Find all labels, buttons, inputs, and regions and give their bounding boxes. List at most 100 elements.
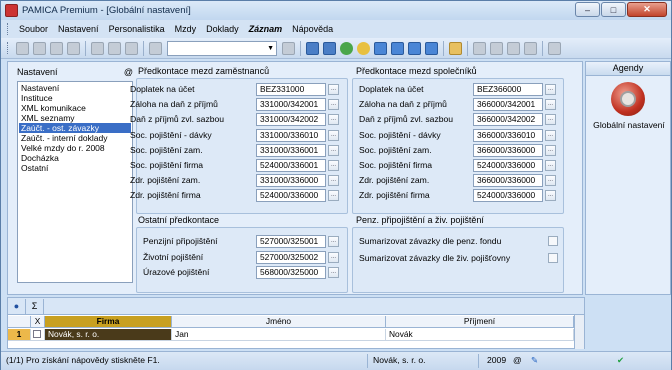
col-prijmeni[interactable]: Příjmení xyxy=(386,316,574,327)
company-ellipsis-button[interactable]: ... xyxy=(545,160,556,171)
person-icon[interactable] xyxy=(340,41,353,55)
list-icon[interactable] xyxy=(490,41,503,55)
copy-icon[interactable] xyxy=(108,41,121,55)
company-ellipsis-button[interactable]: ... xyxy=(545,84,556,95)
company-ellipsis-button[interactable]: ... xyxy=(545,190,556,202)
employee-ellipsis-button[interactable]: ... xyxy=(328,190,339,202)
table-row[interactable]: 1 Novák, s. r. o. Jan Novák xyxy=(8,329,584,341)
mail-icon[interactable] xyxy=(391,41,404,55)
menu-napoveda[interactable]: Nápověda xyxy=(292,24,333,34)
mail-icon[interactable] xyxy=(374,41,387,55)
employee-field[interactable]: 331000/336010 xyxy=(256,128,326,142)
settings-gear-icon[interactable] xyxy=(611,82,645,116)
employee-ellipsis-button[interactable]: ... xyxy=(328,84,339,95)
employee-field[interactable]: BEZ331000 xyxy=(256,83,326,96)
folder-icon[interactable] xyxy=(449,41,462,55)
cell-prijmeni[interactable]: Novák xyxy=(386,329,574,340)
employee-label: Zdr. pojištění zam. xyxy=(130,175,201,186)
employee-ellipsis-button[interactable]: ... xyxy=(328,144,339,156)
col-jmeno[interactable]: Jméno xyxy=(172,316,386,327)
cell-firma[interactable]: Novák, s. r. o. xyxy=(45,329,172,340)
delete-icon[interactable] xyxy=(125,41,138,55)
company-field[interactable]: 366000/336000 xyxy=(473,143,543,157)
employee-field[interactable]: 331000/336000 xyxy=(256,174,326,188)
paste-icon[interactable] xyxy=(149,41,162,55)
sun-icon[interactable] xyxy=(357,41,370,55)
toolbar-combo[interactable]: ▼ xyxy=(167,40,277,56)
employee-field[interactable]: 331000/342001 xyxy=(256,98,326,112)
preview-icon[interactable] xyxy=(67,41,80,55)
minimize-button[interactable]: – xyxy=(575,2,600,17)
new-record-icon[interactable] xyxy=(16,41,29,55)
other-field[interactable]: 527000/325002 xyxy=(256,250,326,264)
company-field[interactable]: 366000/336010 xyxy=(473,128,543,142)
menu-mzdy[interactable]: Mzdy xyxy=(175,24,197,34)
open-icon[interactable] xyxy=(33,41,46,55)
nav-item-ostatni[interactable]: Ostatní xyxy=(19,163,131,173)
employee-field[interactable]: 524000/336000 xyxy=(256,189,326,203)
nav-item-dochazka[interactable]: Docházka xyxy=(19,153,131,163)
nav-item-velke-mzdy[interactable]: Velké mzdy do r. 2008 xyxy=(19,143,131,153)
pension-checkbox[interactable] xyxy=(548,253,558,263)
col-firma[interactable]: Firma xyxy=(45,316,172,327)
company-ellipsis-button[interactable]: ... xyxy=(545,175,556,187)
nav-item-zauct-interni-doklady[interactable]: Zaúčt. - interní doklady xyxy=(19,133,131,143)
other-field[interactable]: 568000/325000 xyxy=(256,266,326,279)
company-ellipsis-button[interactable]: ... xyxy=(545,114,556,126)
menu-doklady[interactable]: Doklady xyxy=(206,24,239,34)
mail-icon[interactable] xyxy=(425,41,438,55)
cell-jmeno[interactable]: Jan xyxy=(172,329,386,340)
menu-soubor[interactable]: Soubor xyxy=(19,24,48,34)
company-ellipsis-button[interactable]: ... xyxy=(545,129,556,141)
col-x[interactable]: X xyxy=(31,316,45,327)
grid-tab-sum[interactable]: Σ xyxy=(26,298,44,314)
other-ellipsis-button[interactable]: ... xyxy=(328,267,339,278)
company-field[interactable]: 366000/342001 xyxy=(473,98,543,112)
other-ellipsis-button[interactable]: ... xyxy=(328,251,339,263)
company-field[interactable]: 366000/336000 xyxy=(473,174,543,188)
maximize-button[interactable]: □ xyxy=(601,2,626,17)
employee-ellipsis-button[interactable]: ... xyxy=(328,160,339,171)
nav-item-nastaveni[interactable]: Nastavení xyxy=(19,83,131,93)
mail-icon[interactable] xyxy=(408,41,421,55)
filter-icon[interactable] xyxy=(282,41,295,55)
employee-ellipsis-button[interactable]: ... xyxy=(328,129,339,141)
grid-scrollbar[interactable] xyxy=(574,315,584,349)
company-ellipsis-button[interactable]: ... xyxy=(545,99,556,111)
list-icon[interactable] xyxy=(507,41,520,55)
employee-field[interactable]: 524000/336001 xyxy=(256,159,326,172)
nav-item-xml-komunikace[interactable]: XML komunikace xyxy=(19,103,131,113)
pension-label: Sumarizovat závazky dle penz. fondu xyxy=(359,236,502,246)
employee-field[interactable]: 331000/342002 xyxy=(256,113,326,127)
agendy-item-label[interactable]: Globální nastavení xyxy=(586,120,672,130)
title-bar[interactable]: PAMICA Premium - [Globální nastavení] – … xyxy=(1,1,671,20)
menu-zaznam[interactable]: Záznam xyxy=(249,24,283,34)
row-checkbox[interactable] xyxy=(33,330,41,338)
tools-icon[interactable] xyxy=(548,41,561,55)
company-field[interactable]: 366000/342002 xyxy=(473,113,543,127)
print-icon[interactable] xyxy=(50,41,63,55)
employee-field[interactable]: 331000/336001 xyxy=(256,143,326,157)
table-icon[interactable] xyxy=(323,41,336,55)
list-icon[interactable] xyxy=(473,41,486,55)
other-field[interactable]: 527000/325001 xyxy=(256,235,326,248)
menu-personalistika[interactable]: Personalistika xyxy=(109,24,165,34)
nav-item-zauct-ost-zavazky[interactable]: Zaúčt. - ost. závazky xyxy=(19,123,131,133)
nav-item-xml-seznamy[interactable]: XML seznamy xyxy=(19,113,131,123)
other-ellipsis-button[interactable]: ... xyxy=(328,236,339,247)
nav-item-instituce[interactable]: Instituce xyxy=(19,93,131,103)
company-field[interactable]: 524000/336000 xyxy=(473,159,543,172)
calculator-icon[interactable] xyxy=(306,41,319,55)
employee-ellipsis-button[interactable]: ... xyxy=(328,175,339,187)
company-ellipsis-button[interactable]: ... xyxy=(545,144,556,156)
list-icon[interactable] xyxy=(524,41,537,55)
close-button[interactable]: ✕ xyxy=(627,2,667,17)
company-field[interactable]: BEZ366000 xyxy=(473,83,543,96)
menu-nastaveni[interactable]: Nastavení xyxy=(58,24,99,34)
pension-checkbox[interactable] xyxy=(548,236,558,246)
save-icon[interactable] xyxy=(91,41,104,55)
grid-tab-records[interactable]: ● xyxy=(8,298,26,314)
employee-ellipsis-button[interactable]: ... xyxy=(328,99,339,111)
employee-ellipsis-button[interactable]: ... xyxy=(328,114,339,126)
company-field[interactable]: 524000/336000 xyxy=(473,189,543,203)
